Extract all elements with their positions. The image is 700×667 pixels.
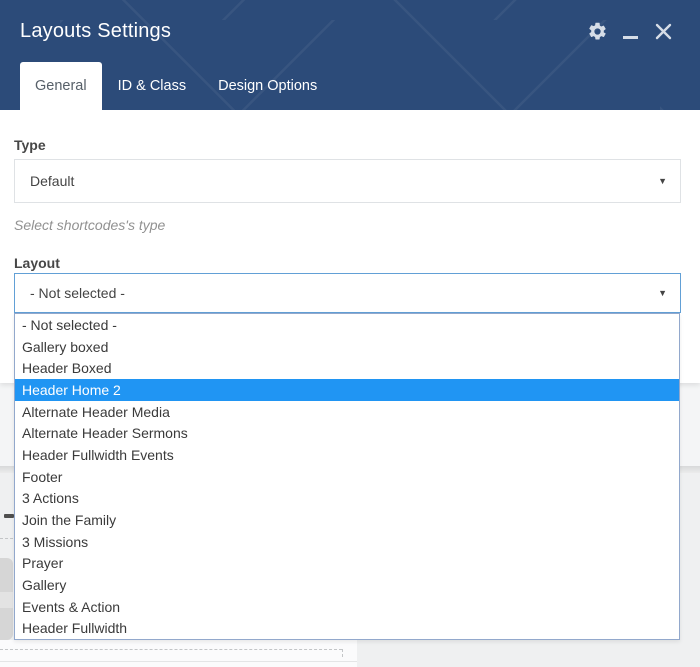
dropdown-option[interactable]: Header Fullwidth (15, 617, 679, 639)
dropdown-option[interactable]: Prayer (15, 552, 679, 574)
tab-general-label: General (35, 78, 87, 94)
tab-bar: General ID & Class Design Options (0, 62, 700, 110)
dropdown-option[interactable]: Gallery boxed (15, 336, 679, 358)
screen: Layouts Settings General ID & Class Desi… (0, 0, 700, 667)
layout-dropdown-list: - Not selected - Gallery boxed Header Bo… (14, 313, 680, 640)
editor-canvas-panel (0, 640, 357, 667)
type-select-value: Default (30, 173, 75, 189)
chevron-down-icon: ▼ (658, 287, 667, 298)
dropdown-option[interactable]: Footer (15, 466, 679, 488)
close-icon[interactable] (652, 18, 674, 44)
dropdown-option[interactable]: Events & Action (15, 596, 679, 618)
empty-element-dashed-border (0, 649, 342, 650)
empty-element-dashed-corner (342, 649, 343, 657)
canvas-divider-line (0, 661, 357, 662)
tab-id-class-label: ID & Class (117, 78, 187, 94)
dropdown-option[interactable]: - Not selected - (15, 314, 679, 336)
modal-header: Layouts Settings General ID & Class Desi… (0, 0, 700, 110)
row-toggle-dash-icon (4, 514, 14, 518)
type-help-text: Select shortcodes's type (14, 217, 166, 233)
tab-general[interactable]: General (20, 62, 102, 110)
chevron-down-icon: ▼ (658, 175, 667, 186)
gear-icon[interactable] (586, 18, 608, 44)
modal-title: Layouts Settings (20, 19, 172, 42)
type-label: Type (14, 137, 46, 153)
dropdown-option[interactable]: Header Boxed (15, 357, 679, 379)
plus-icon (0, 592, 13, 608)
tab-design-options[interactable]: Design Options (202, 62, 333, 110)
tab-design-options-label: Design Options (218, 78, 318, 94)
dropdown-option[interactable]: 3 Actions (15, 487, 679, 509)
layout-select[interactable]: - Not selected - ▼ (14, 273, 681, 313)
type-select[interactable]: Default ▼ (14, 159, 681, 203)
modal-body: Type Default ▼ Select shortcodes's type … (0, 110, 700, 313)
dropdown-option[interactable]: Header Fullwidth Events (15, 444, 679, 466)
dropdown-option[interactable]: Gallery (15, 574, 679, 596)
dropdown-option[interactable]: Alternate Header Sermons (15, 422, 679, 444)
dropdown-option[interactable]: Alternate Header Media (15, 401, 679, 423)
titlebar: Layouts Settings (0, 0, 700, 62)
tab-id-class[interactable]: ID & Class (102, 62, 203, 110)
layout-select-value: - Not selected - (30, 285, 125, 301)
titlebar-icons (586, 18, 674, 44)
layout-label: Layout (14, 255, 60, 271)
dropdown-option-selected[interactable]: Header Home 2 (15, 379, 679, 401)
dropdown-option[interactable]: 3 Missions (15, 531, 679, 553)
dropdown-option[interactable]: Join the Family (15, 509, 679, 531)
minimize-icon[interactable] (619, 18, 641, 44)
